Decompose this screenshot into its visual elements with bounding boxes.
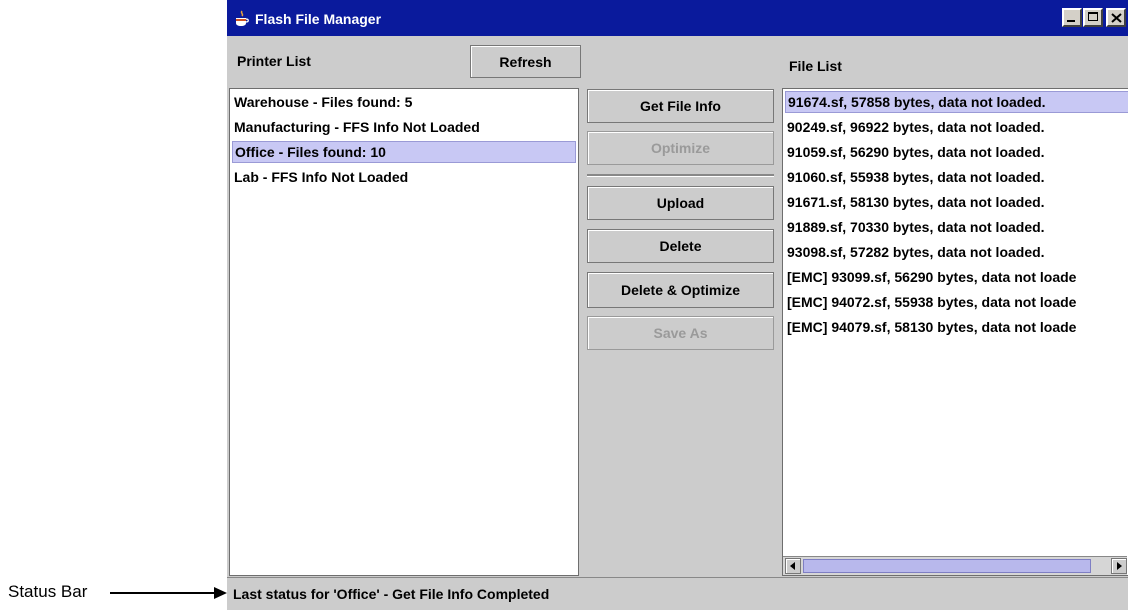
file-list-item[interactable]: 91059.sf, 56290 bytes, data not loaded.: [785, 141, 1128, 163]
status-bar-callout-label: Status Bar: [8, 582, 88, 601]
horizontal-scrollbar[interactable]: [783, 556, 1127, 575]
minimize-button[interactable]: [1062, 8, 1082, 27]
file-list-item[interactable]: 93098.sf, 57282 bytes, data not loaded.: [785, 241, 1128, 263]
optimize-button[interactable]: Optimize: [587, 131, 774, 165]
printer-list-item[interactable]: Manufacturing - FFS Info Not Loaded: [232, 116, 576, 138]
scroll-left-button[interactable]: [785, 558, 801, 574]
status-bar: Last status for 'Office' - Get File Info…: [227, 577, 1128, 610]
maximize-button[interactable]: [1083, 8, 1103, 27]
upload-button[interactable]: Upload: [587, 186, 774, 220]
delete-optimize-button[interactable]: Delete & Optimize: [587, 272, 774, 308]
status-text: Last status for 'Office' - Get File Info…: [233, 586, 550, 602]
button-divider: [587, 174, 774, 177]
save-as-button[interactable]: Save As: [587, 316, 774, 350]
close-button[interactable]: [1106, 8, 1126, 27]
delete-button[interactable]: Delete: [587, 229, 774, 263]
printer-list-item[interactable]: Warehouse - Files found: 5: [232, 91, 576, 113]
window-title: Flash File Manager: [255, 11, 382, 27]
arrow-left-icon: [790, 562, 795, 570]
printer-list-item[interactable]: Office - Files found: 10: [232, 141, 576, 163]
file-list-item[interactable]: 91674.sf, 57858 bytes, data not loaded.: [785, 91, 1128, 113]
file-list-item[interactable]: [EMC] 94079.sf, 58130 bytes, data not lo…: [785, 316, 1128, 338]
file-list-item[interactable]: [EMC] 94072.sf, 55938 bytes, data not lo…: [785, 291, 1128, 313]
scroll-right-button[interactable]: [1111, 558, 1127, 574]
arrow-right-icon: [1117, 562, 1122, 570]
maximize-icon: [1088, 12, 1098, 21]
file-list[interactable]: 91674.sf, 57858 bytes, data not loaded. 9…: [782, 88, 1128, 576]
minimize-icon: [1067, 20, 1075, 22]
scroll-thumb[interactable]: [803, 559, 1091, 573]
printer-list[interactable]: Warehouse - Files found: 5 Manufacturing …: [229, 88, 579, 576]
app-window: Flash File Manager Printer List Refresh …: [227, 0, 1128, 610]
title-bar[interactable]: Flash File Manager: [227, 0, 1128, 36]
file-list-item[interactable]: 91671.sf, 58130 bytes, data not loaded.: [785, 191, 1128, 213]
java-cup-icon: [236, 10, 249, 26]
file-list-heading: File List: [789, 58, 842, 74]
printer-list-heading: Printer List: [237, 53, 311, 69]
printer-list-item[interactable]: Lab - FFS Info Not Loaded: [232, 166, 576, 188]
refresh-button[interactable]: Refresh: [470, 45, 581, 78]
get-file-info-button[interactable]: Get File Info: [587, 89, 774, 123]
file-list-item[interactable]: [EMC] 93099.sf, 56290 bytes, data not lo…: [785, 266, 1128, 288]
file-list-item[interactable]: 91060.sf, 55938 bytes, data not loaded.: [785, 166, 1128, 188]
file-list-item[interactable]: 90249.sf, 96922 bytes, data not loaded.: [785, 116, 1128, 138]
callout-arrow-icon: [110, 587, 227, 599]
close-icon: [1111, 13, 1122, 23]
file-list-item[interactable]: 91889.sf, 70330 bytes, data not loaded.: [785, 216, 1128, 238]
